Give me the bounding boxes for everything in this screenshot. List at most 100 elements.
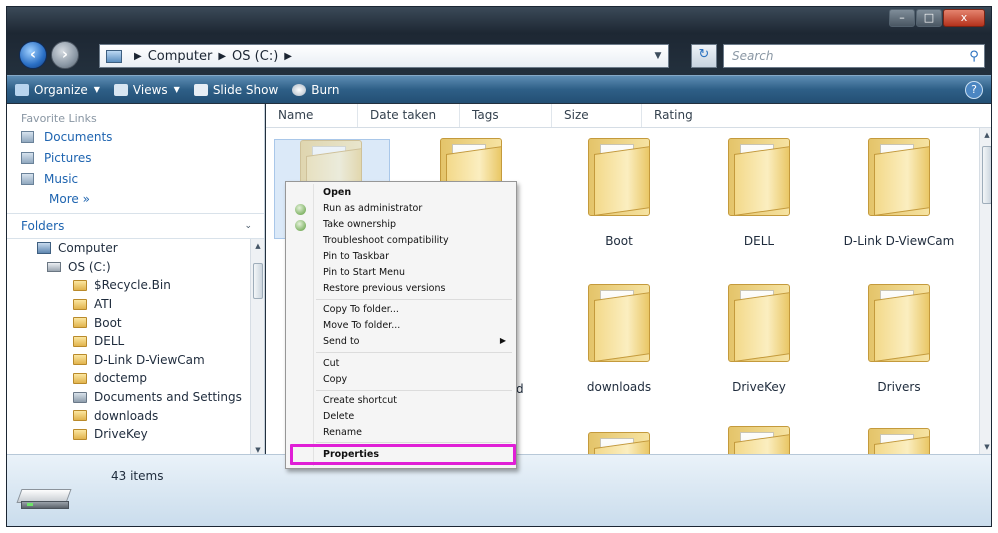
- properties-highlight-box: [290, 444, 516, 465]
- folder-icon: [868, 132, 930, 216]
- folder-icon: [868, 278, 930, 362]
- chevron-down-icon: ▼: [93, 85, 100, 94]
- tree-label: Boot: [94, 315, 122, 330]
- scroll-down-icon[interactable]: ▼: [980, 440, 991, 454]
- col-tags[interactable]: Tags: [460, 104, 552, 127]
- burn-button[interactable]: Burn: [292, 83, 339, 97]
- search-icon[interactable]: ⚲: [964, 49, 984, 64]
- column-headers: Name Date taken Tags Size Rating: [266, 104, 991, 128]
- address-dropdown-icon[interactable]: ▼: [648, 51, 668, 61]
- scroll-up-icon[interactable]: ▲: [251, 239, 264, 253]
- computer-icon: [37, 242, 51, 255]
- tree-folder[interactable]: $Recycle.Bin: [7, 276, 264, 295]
- col-size[interactable]: Size: [552, 104, 642, 127]
- organize-label: Organize: [34, 82, 88, 97]
- tree-folder[interactable]: DriveKey: [7, 425, 264, 444]
- favorite-links-header: Favorite Links: [21, 112, 97, 125]
- folder-item[interactable]: [554, 426, 684, 454]
- folder-item[interactable]: DELL: [694, 132, 824, 248]
- folder-item[interactable]: [694, 420, 824, 454]
- folder-item[interactable]: downloads: [554, 278, 684, 394]
- scroll-thumb[interactable]: [253, 263, 263, 299]
- tree-folder[interactable]: downloads: [7, 406, 264, 425]
- folder-icon: [588, 426, 650, 454]
- item-label: DriveKey: [732, 380, 786, 394]
- fav-documents[interactable]: Documents: [7, 126, 264, 147]
- tree-drive-c[interactable]: OS (C:): [7, 258, 264, 277]
- item-label: Drivers: [877, 380, 921, 394]
- scroll-up-icon[interactable]: ▲: [980, 128, 991, 142]
- item-label: downloads: [586, 380, 652, 394]
- menu-take-ownership[interactable]: Take ownership: [286, 217, 516, 232]
- tree-folder[interactable]: DELL: [7, 332, 264, 351]
- more-link[interactable]: More »: [7, 189, 264, 211]
- menu-separator: [316, 352, 512, 353]
- menu-rename[interactable]: Rename: [286, 425, 516, 440]
- views-button[interactable]: Views ▼: [113, 82, 180, 97]
- item-label: D-Link D-ViewCam: [843, 234, 955, 248]
- close-button[interactable]: x: [943, 9, 985, 27]
- menu-open[interactable]: Open: [286, 185, 516, 200]
- folder-item[interactable]: Boot: [554, 132, 684, 248]
- breadcrumb-sep-icon: ▶: [284, 50, 292, 62]
- menu-copy-to[interactable]: Copy To folder...: [286, 302, 516, 317]
- item-label: DELL: [743, 234, 775, 248]
- menu-cut[interactable]: Cut: [286, 356, 516, 371]
- disc-icon: [292, 83, 307, 96]
- menu-separator: [316, 299, 512, 300]
- folder-icon: [728, 132, 790, 216]
- back-button[interactable]: ‹: [19, 41, 47, 69]
- folder-icon: [73, 335, 87, 347]
- fav-label: Pictures: [44, 150, 92, 165]
- help-button[interactable]: ?: [965, 81, 983, 99]
- col-rating[interactable]: Rating: [642, 104, 738, 127]
- tree-scrollbar[interactable]: ▲ ▼: [250, 239, 264, 457]
- tree-folder[interactable]: doctemp: [7, 369, 264, 388]
- fav-pictures[interactable]: Pictures: [7, 147, 264, 168]
- tree-folder[interactable]: ATI: [7, 295, 264, 314]
- menu-run-as-admin[interactable]: Run as administrator: [286, 201, 516, 216]
- menu-copy[interactable]: Copy: [286, 372, 516, 387]
- tree-folder[interactable]: Documents and Settings: [7, 388, 264, 407]
- folder-item[interactable]: D-Link D-ViewCam: [834, 132, 964, 248]
- tree-label: Computer: [58, 241, 118, 256]
- menu-create-shortcut[interactable]: Create shortcut: [286, 393, 516, 408]
- menu-move-to[interactable]: Move To folder...: [286, 318, 516, 333]
- slideshow-button[interactable]: Slide Show: [193, 83, 278, 97]
- minimize-button[interactable]: –: [889, 9, 915, 27]
- content-scrollbar[interactable]: ▲ ▼: [979, 128, 991, 454]
- search-input[interactable]: Search ⚲: [723, 44, 985, 68]
- folder-icon: [73, 428, 87, 440]
- breadcrumb-computer[interactable]: Computer: [148, 49, 213, 64]
- col-date-taken[interactable]: Date taken: [358, 104, 460, 127]
- menu-delete[interactable]: Delete: [286, 409, 516, 424]
- menu-restore-versions[interactable]: Restore previous versions: [286, 281, 516, 296]
- maximize-button[interactable]: □: [916, 9, 942, 27]
- breadcrumb-drive[interactable]: OS (C:): [232, 49, 278, 64]
- menu-pin-taskbar[interactable]: Pin to Taskbar: [286, 249, 516, 264]
- folders-header[interactable]: Folders ⌄: [7, 213, 264, 239]
- views-label: Views: [132, 82, 168, 97]
- tree-computer[interactable]: Computer: [7, 239, 264, 258]
- organize-button[interactable]: Organize ▼: [15, 83, 100, 97]
- folder-item[interactable]: DriveKey: [694, 278, 824, 394]
- address-bar[interactable]: ▶ Computer ▶ OS (C:) ▶ ▼: [99, 44, 669, 68]
- scroll-thumb[interactable]: [982, 146, 991, 204]
- forward-button[interactable]: ›: [51, 41, 79, 69]
- burn-label: Burn: [311, 82, 340, 97]
- menu-send-to[interactable]: Send to: [286, 334, 516, 349]
- item-label: Boot: [605, 234, 633, 248]
- col-name[interactable]: Name: [266, 104, 358, 127]
- folder-icon: [73, 317, 87, 329]
- fav-music[interactable]: Music: [7, 168, 264, 189]
- menu-pin-start[interactable]: Pin to Start Menu: [286, 265, 516, 280]
- window-controls: – □ x: [889, 9, 985, 29]
- folder-icon: [73, 298, 87, 310]
- tree-folder[interactable]: Boot: [7, 313, 264, 332]
- refresh-button[interactable]: ↻: [691, 44, 717, 68]
- folder-item[interactable]: Drivers: [834, 278, 964, 394]
- folder-icon: [73, 354, 87, 366]
- tree-folder[interactable]: D-Link D-ViewCam: [7, 351, 264, 370]
- folder-item[interactable]: [834, 422, 964, 454]
- menu-troubleshoot[interactable]: Troubleshoot compatibility: [286, 233, 516, 248]
